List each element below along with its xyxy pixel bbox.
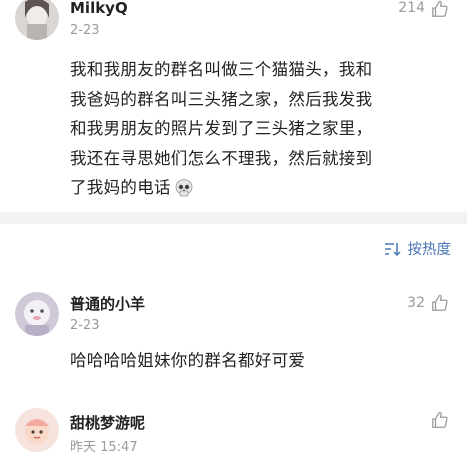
comment-line: 我和我朋友的群名叫做三个猫猫头，我和: [70, 60, 373, 79]
skull-emoji: [175, 178, 193, 197]
thumbs-up-icon[interactable]: [431, 294, 449, 312]
avatar[interactable]: [15, 0, 59, 40]
comment-body: 哈哈哈哈姐妹你的群名都好可爱: [70, 351, 306, 370]
comment-body: 我和我朋友的群名叫做三个猫猫头，我和 我爸妈的群名叫三头猪之家，然后我发我 和我…: [70, 55, 455, 203]
comment-date: 2-23: [70, 23, 100, 38]
comment-line: 我爸妈的群名叫三头猪之家，然后我发我: [70, 89, 373, 109]
comment-line: 我还在寻思她们怎么不理我，然后就接到: [70, 148, 373, 168]
username[interactable]: MilkyQ: [70, 0, 128, 17]
comment-line: 了我妈的电话: [70, 178, 171, 197]
avatar[interactable]: [15, 408, 59, 452]
sort-by-hot-button[interactable]: 按热度: [384, 238, 452, 259]
avatar[interactable]: [15, 292, 59, 336]
like-count: 214: [398, 0, 425, 16]
sort-label: 按热度: [407, 242, 452, 258]
comment-date: 2-23: [70, 318, 100, 333]
sort-icon: [384, 242, 401, 256]
thumbs-up-icon[interactable]: [431, 0, 449, 18]
username[interactable]: 普通的小羊: [70, 293, 145, 314]
like-count: 32: [407, 295, 425, 311]
section-divider: [0, 212, 467, 224]
comment-date: 昨天 15:47: [70, 440, 138, 455]
thumbs-up-icon[interactable]: [431, 411, 449, 429]
username[interactable]: 甜桃梦游呢: [70, 412, 145, 433]
comment-line-last: 了我妈的电话: [70, 173, 455, 203]
comment-line: 和我男朋友的照片发到了三头猪之家里，: [70, 119, 373, 138]
